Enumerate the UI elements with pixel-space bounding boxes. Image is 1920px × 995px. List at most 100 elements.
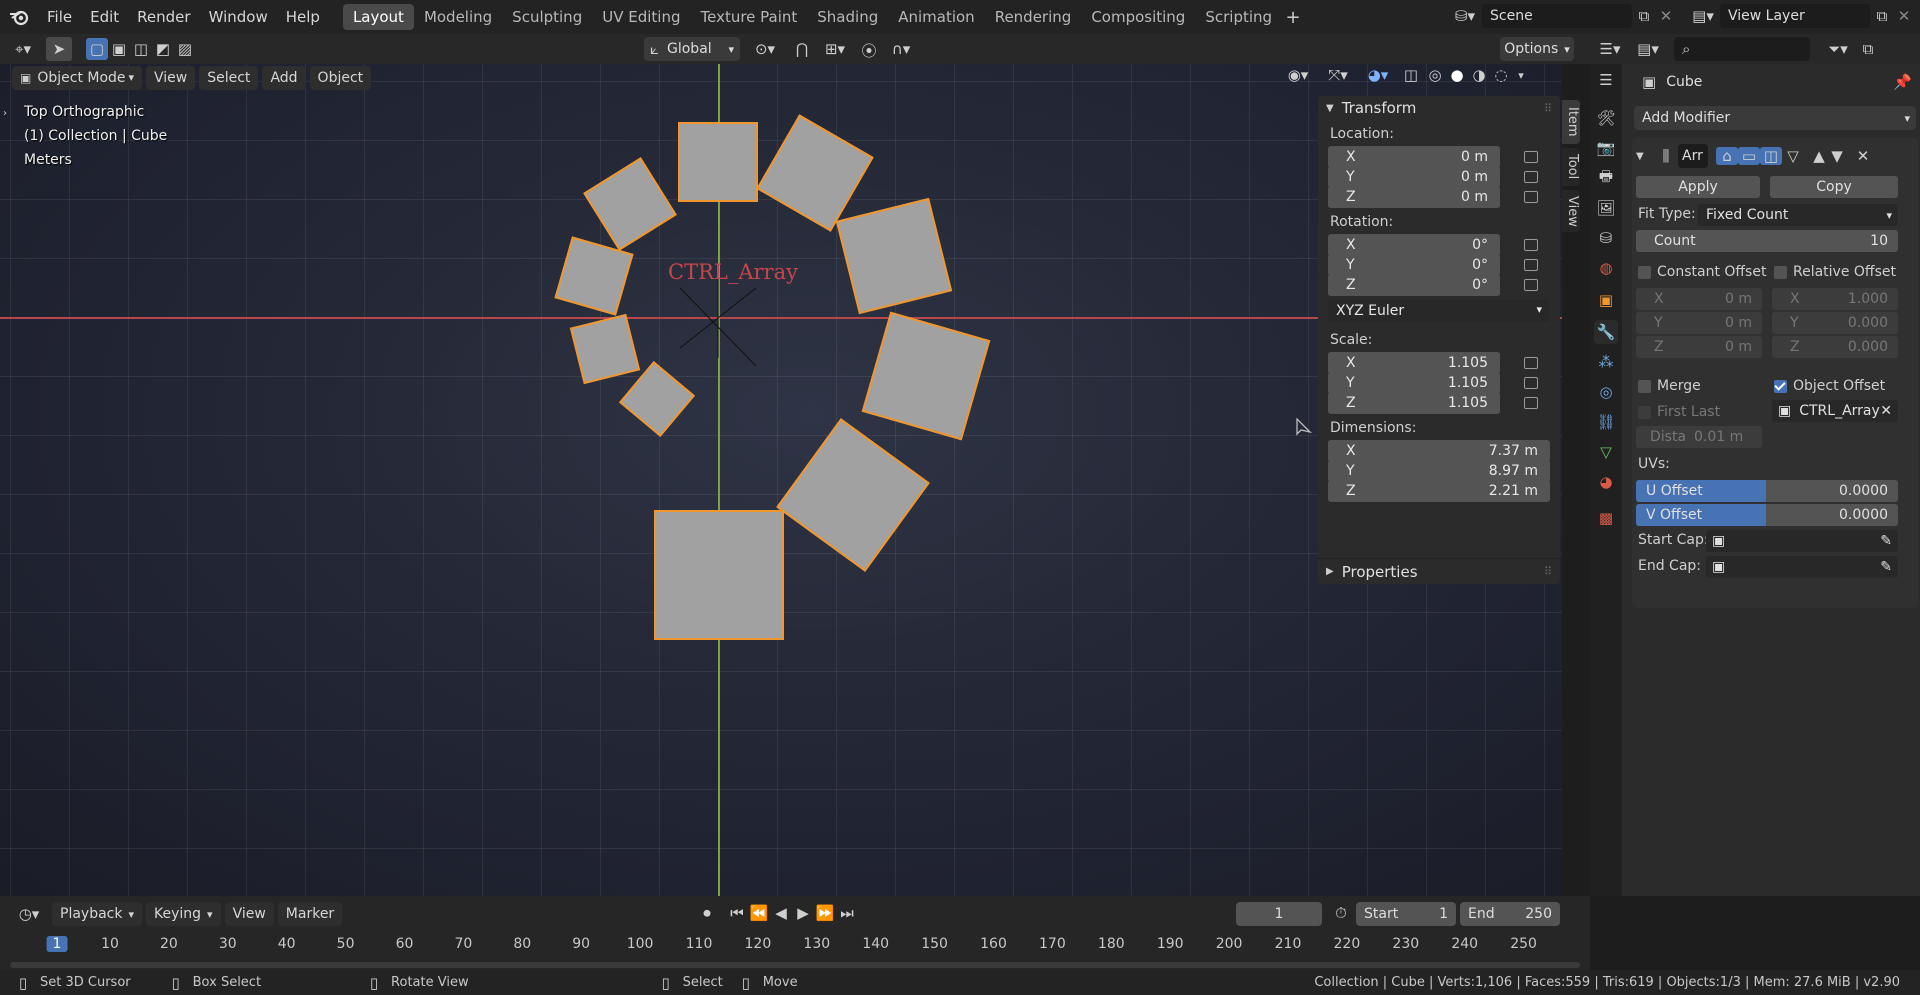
tool-tab-icon[interactable]: 🛠 [1594, 106, 1618, 130]
tab-tool[interactable]: Tool [1562, 148, 1580, 186]
count-field[interactable]: Count 10 [1636, 230, 1898, 252]
snap-icon[interactable]: ⋂ [790, 40, 814, 58]
pin-icon[interactable]: 📌 [1893, 73, 1912, 91]
new-scene-icon[interactable]: ⧉ [1632, 7, 1656, 25]
copy-button[interactable]: Copy [1770, 176, 1898, 198]
scene-icon[interactable]: ⛁▾ [1448, 7, 1482, 25]
rotation-mode-dropdown[interactable]: XYZ Euler ▾ [1328, 300, 1550, 322]
relative-offset-x-field[interactable]: X 1.000 [1772, 288, 1898, 310]
add-workspace-icon[interactable]: + [1282, 7, 1304, 28]
shading-options-icon[interactable]: ▾ [1512, 69, 1530, 82]
lock-icon[interactable] [1524, 279, 1538, 291]
remove-view-layer-icon[interactable]: ✕ [1894, 7, 1914, 25]
transform-panel-header[interactable]: ▼ Transform ⠿ [1318, 96, 1560, 120]
display-mode-icon[interactable]: ▤▾ [1630, 40, 1666, 58]
select-box-extend-icon[interactable]: ▣ [108, 40, 130, 58]
lock-icon[interactable] [1524, 239, 1538, 251]
rotation-x-field[interactable]: X 0° [1328, 234, 1500, 256]
render-tab-icon[interactable]: 📷 [1594, 136, 1618, 160]
scale-z-field[interactable]: Z 1.105 [1328, 392, 1500, 414]
gizmo-icon[interactable]: ⤧▾ [1318, 66, 1358, 84]
show-in-editmode-icon[interactable]: ⌂ [1716, 147, 1738, 165]
collapse-triangle-icon[interactable]: ▼ [1636, 151, 1654, 162]
u-offset-slider[interactable]: U Offset 0.0000 [1636, 480, 1898, 502]
blender-logo-icon[interactable] [0, 8, 38, 26]
relative-offset-z-field[interactable]: Z 0.000 [1772, 336, 1898, 358]
lock-icon[interactable] [1524, 377, 1538, 389]
proportional-falloff-icon[interactable]: ∩▾ [884, 40, 918, 58]
rendered-shading-icon[interactable]: ◌ [1490, 66, 1512, 84]
tab-shading[interactable]: Shading [807, 4, 888, 30]
location-x-field[interactable]: X 0 m [1328, 146, 1500, 168]
menu-help[interactable]: Help [277, 0, 329, 34]
merge-distance-field[interactable]: Dista 0.01 m [1636, 426, 1762, 448]
constant-offset-z-field[interactable]: Z 0 m [1636, 336, 1762, 358]
constant-offset-x-field[interactable]: X 0 m [1636, 288, 1762, 310]
object-mode-dropdown[interactable]: ▣ Object Mode ▾ [12, 66, 142, 90]
options-dropdown[interactable]: Options ▾ [1500, 37, 1574, 61]
select-box-intersect-icon[interactable]: ▨ [174, 40, 196, 58]
relative-offset-y-field[interactable]: Y 0.000 [1772, 312, 1898, 334]
lock-icon[interactable] [1524, 397, 1538, 409]
drag-handle-icon[interactable]: ⠿ [1544, 565, 1552, 578]
timeline-ruler[interactable]: 1 10 20 30 40 50 60 70 80 90 100 110 120 130 140 150 160… [0, 896, 1590, 970]
physics-tab-icon[interactable]: ◎ [1594, 380, 1618, 404]
location-y-field[interactable]: Y 0 m [1328, 166, 1500, 188]
transform-orientation-dropdown[interactable]: ⟀ Global ▾ [644, 37, 740, 61]
select-box-new-icon[interactable]: ▢ [86, 38, 108, 60]
show-in-viewport-icon[interactable]: ▭ [1738, 147, 1760, 165]
v-offset-slider[interactable]: V Offset 0.0000 [1636, 504, 1898, 526]
filter-icon[interactable]: ⏷▾ [1818, 40, 1858, 58]
new-view-layer-icon[interactable]: ⧉ [1870, 7, 1894, 25]
dimensions-z-field[interactable]: Z 2.21 m [1328, 480, 1550, 502]
tab-scripting[interactable]: Scripting [1195, 4, 1282, 30]
object-offset-checkbox[interactable]: Object Offset [1774, 378, 1885, 394]
move-down-icon[interactable]: ▼ [1828, 147, 1846, 165]
toolbar-toggle-icon[interactable]: › [0, 108, 10, 119]
lock-icon[interactable] [1524, 171, 1538, 183]
properties-editor-type-icon[interactable]: ☰ [1594, 68, 1618, 92]
tab-compositing[interactable]: Compositing [1081, 4, 1195, 30]
dimensions-y-field[interactable]: Y 8.97 m [1328, 460, 1550, 482]
on-cage-icon[interactable]: ▽ [1782, 147, 1804, 165]
offset-object-field[interactable]: ▣ CTRL_Array ✕ [1772, 400, 1898, 422]
viewport-menu-object[interactable]: Object [309, 66, 372, 90]
tab-modeling[interactable]: Modeling [414, 4, 502, 30]
array-cube[interactable] [654, 510, 784, 640]
properties-panel-header[interactable]: ▶ Properties ⠿ [1318, 558, 1560, 584]
rotation-y-field[interactable]: Y 0° [1328, 254, 1500, 276]
data-tab-icon[interactable]: ▽ [1594, 440, 1618, 464]
dimensions-x-field[interactable]: X 7.37 m [1328, 440, 1550, 462]
tab-uv-editing[interactable]: UV Editing [592, 4, 690, 30]
viewport-menu-view[interactable]: View [146, 66, 196, 90]
move-up-icon[interactable]: ▲ [1810, 147, 1828, 165]
show-in-render-icon[interactable]: ◫ [1760, 147, 1782, 165]
material-shading-icon[interactable]: ◑ [1468, 66, 1490, 84]
menu-edit[interactable]: Edit [81, 0, 128, 34]
scale-y-field[interactable]: Y 1.105 [1328, 372, 1500, 394]
pivot-point-icon[interactable]: ⊙▾ [748, 40, 782, 58]
overlays-icon[interactable]: ◕▾ [1358, 66, 1398, 84]
proportional-edit-icon[interactable]: ⦿ [858, 40, 880, 61]
location-z-field[interactable]: Z 0 m [1328, 186, 1500, 208]
output-tab-icon[interactable]: 🖶 [1594, 166, 1618, 190]
tab-item[interactable]: Item [1562, 100, 1580, 144]
timeline-scrollbar[interactable] [10, 962, 1580, 968]
fit-type-dropdown[interactable]: Fixed Count ▾ [1698, 204, 1898, 226]
constraints-tab-icon[interactable]: ⛓ [1594, 410, 1618, 434]
relative-offset-checkbox[interactable]: Relative Offset [1774, 264, 1896, 280]
add-modifier-dropdown[interactable]: Add Modifier ▾ [1634, 106, 1916, 130]
lock-icon[interactable] [1524, 151, 1538, 163]
lock-icon[interactable] [1524, 259, 1538, 271]
tab-rendering[interactable]: Rendering [985, 4, 1082, 30]
scale-x-field[interactable]: X 1.105 [1328, 352, 1500, 374]
remove-modifier-icon[interactable]: ✕ [1852, 147, 1874, 165]
menu-render[interactable]: Render [128, 0, 199, 34]
first-last-checkbox[interactable]: First Last [1638, 404, 1720, 420]
tab-layout[interactable]: Layout [342, 4, 414, 30]
texture-tab-icon[interactable]: ▩ [1594, 506, 1618, 530]
merge-checkbox[interactable]: Merge [1638, 378, 1701, 394]
view-layer-icon[interactable]: ▤▾ [1686, 7, 1720, 25]
world-tab-icon[interactable]: ◍ [1594, 256, 1618, 280]
tab-animation[interactable]: Animation [888, 4, 984, 30]
